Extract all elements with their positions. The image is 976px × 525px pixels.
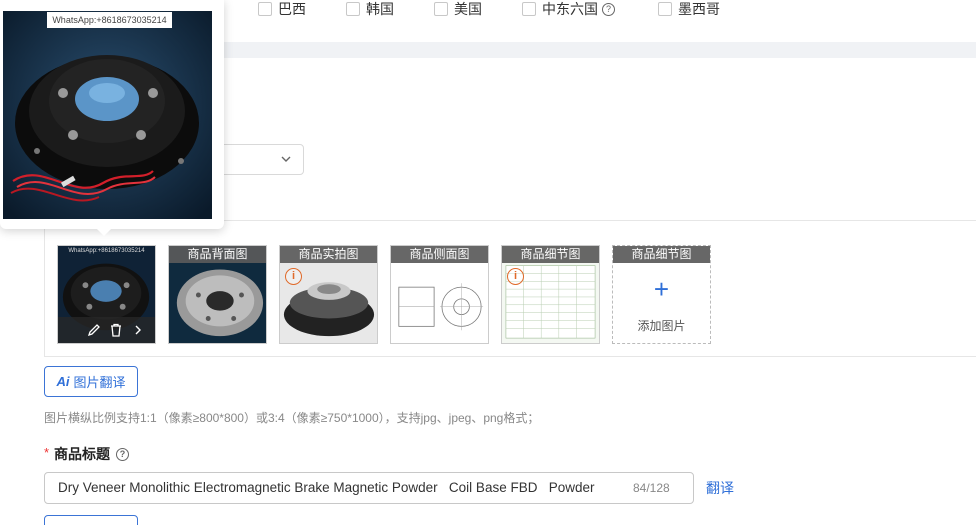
trash-icon[interactable] [109,323,123,337]
country-label: 美国 [454,1,482,17]
image-translate-label: 图片翻译 [73,375,126,390]
product-image-side[interactable]: 商品侧面图 [390,245,489,344]
image-caption: 商品实拍图 [280,246,377,263]
image-caption: 商品细节图 [502,246,599,263]
country-option-mexico[interactable]: 墨西哥 [658,0,720,18]
country-label: 墨西哥 [678,1,720,17]
checkbox-mexico[interactable] [658,2,672,16]
required-mark: * [44,445,50,460]
product-image-real[interactable]: 商品实拍图 i [279,245,378,344]
product-image-detail[interactable]: 商品细节图 i [501,245,600,344]
warning-icon[interactable]: i [507,268,524,285]
product-image-back[interactable]: 商品背面图 [168,245,267,344]
country-label: 韩国 [366,1,394,17]
country-option-korea[interactable]: 韩国 [346,0,394,18]
plus-icon[interactable]: + [613,276,710,302]
warning-icon[interactable]: i [285,268,302,285]
product-title-label: 商品标题 ? [54,444,129,464]
country-option-gcc[interactable]: 中东六国 ? [522,0,615,18]
image-preview-popup: WhatsApp:+8618673035214 [0,0,224,236]
translate-link[interactable]: 翻译 [706,478,734,498]
product-title-input[interactable]: Dry Veneer Monolithic Electromagnetic Br… [44,472,694,504]
pencil-icon[interactable] [87,323,101,337]
help-icon[interactable]: ? [116,447,129,461]
image-tools-bar [58,317,155,343]
checkbox-korea[interactable] [346,2,360,16]
country-option-brazil[interactable]: 巴西 [258,0,306,18]
image-caption: 商品背面图 [169,246,266,263]
image-watermark: WhatsApp:+8618673035214 [68,248,145,254]
product-image-main[interactable]: WhatsApp:+8618673035214 [57,245,156,344]
ai-icon: Ai [56,374,70,389]
checkbox-usa[interactable] [434,2,448,16]
cut-off-button[interactable] [44,515,138,525]
image-caption: 商品细节图 [613,246,710,263]
product-title-text: 商品标题 [54,446,110,462]
country-label: 巴西 [278,1,306,17]
image-requirements-hint: 图片横纵比例支持1:1（像素≥800*800）或3:4（像素≥750*1000）… [44,411,540,425]
add-image-slot[interactable]: 商品细节图 + 添加图片 [612,245,711,344]
checkbox-gcc[interactable] [522,2,536,16]
preview-image [3,11,212,219]
preview-watermark: WhatsApp:+8618673035214 [47,12,172,28]
image-translate-button[interactable]: Ai 图片翻译 [44,366,138,397]
popup-arrow [96,228,112,236]
checkbox-brazil[interactable] [258,2,272,16]
help-icon[interactable]: ? [602,2,615,16]
chevron-right-icon[interactable] [131,323,145,337]
brake-preview-image [3,11,212,219]
image-caption: 商品侧面图 [391,246,488,263]
country-option-usa[interactable]: 美国 [434,0,482,18]
country-label: 中东六国 [542,1,598,17]
add-image-label: 添加图片 [637,319,686,333]
chevron-down-icon [281,156,291,162]
character-counter: 84/128 [633,481,670,495]
